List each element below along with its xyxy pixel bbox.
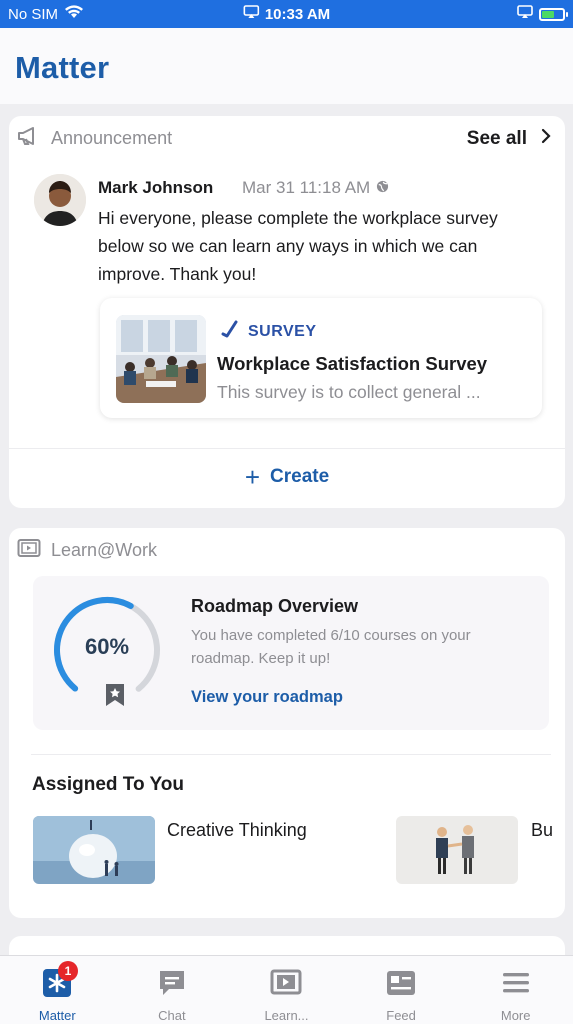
tab-label: Feed [386, 1008, 416, 1023]
roadmap-description: You have completed 6/10 courses on your … [191, 627, 471, 667]
chat-icon [157, 968, 187, 1003]
post-timestamp: Mar 31 11:18 AM [242, 178, 389, 198]
see-all-link[interactable]: See all [467, 128, 551, 150]
tab-label: Learn... [264, 1008, 309, 1023]
course-label[interactable]: Creative Thinking [167, 820, 307, 841]
clock-time: 10:33 AM [264, 5, 331, 23]
roadmap-title: Roadmap Overview [191, 596, 359, 616]
battery-icon [539, 7, 568, 21]
announcement-header: Announcement See all [17, 126, 551, 151]
post-author[interactable]: Mark Johnson [98, 178, 213, 198]
survey-description: This survey is to collect general ... [217, 382, 481, 402]
survey-thumbnail-image [116, 315, 206, 403]
course-label[interactable]: Bu [531, 820, 553, 841]
tab-feed[interactable]: Feed [344, 956, 459, 1024]
tab-label: Chat [158, 1008, 186, 1023]
app-header: Matter [0, 28, 573, 104]
carrier-label: No SIM [8, 5, 59, 23]
course-thumbnail[interactable] [396, 816, 518, 884]
learn-header: Learn@Work [17, 538, 551, 563]
plus-icon: + [244, 462, 261, 492]
survey-tag: SURVEY [220, 320, 317, 343]
course-thumbnail-creative-thinking[interactable] [33, 816, 155, 884]
divider [31, 754, 551, 755]
create-label: Create [270, 466, 330, 487]
post-body: Hi everyone, please complete the workpla… [98, 208, 498, 284]
see-all-label: See all [466, 127, 527, 149]
globe-icon [376, 178, 389, 198]
survey-title: Workplace Satisfaction Survey [217, 353, 488, 374]
divider [9, 448, 565, 449]
feed-card-icon [385, 968, 417, 1003]
play-box-icon [17, 538, 41, 563]
view-roadmap-link[interactable]: View your roadmap [191, 688, 343, 707]
bottom-tab-bar: 1 Matter Chat Learn... Feed More [0, 955, 573, 1024]
section-title-announcement: Announcement [51, 128, 173, 148]
chevron-right-icon [541, 128, 551, 150]
announcement-card: Announcement See all Mark Johnson Mar 31… [9, 116, 565, 508]
tab-label: Matter [38, 1008, 76, 1023]
status-bar: No SIM 10:33 AM [0, 0, 573, 28]
wifi-icon [64, 5, 84, 23]
learn-play-icon [270, 968, 302, 1003]
megaphone-icon [17, 126, 41, 151]
survey-attachment[interactable]: SURVEY Workplace Satisfaction Survey Thi… [100, 298, 542, 418]
tab-label: More [500, 1008, 531, 1023]
notification-badge: 1 [58, 961, 78, 981]
hamburger-menu-icon [501, 968, 531, 1003]
progress-percent: 60% [84, 634, 130, 659]
survey-tag-label: SURVEY [248, 322, 317, 340]
assigned-title: Assigned To You [32, 774, 185, 795]
tab-chat[interactable]: Chat [115, 956, 230, 1024]
bookmark-icon [104, 683, 126, 712]
tab-more[interactable]: More [458, 956, 573, 1024]
section-title-learn: Learn@Work [51, 540, 157, 560]
create-button[interactable]: + Create [9, 456, 565, 498]
screen-mirror-icon [243, 5, 259, 23]
roadmap-overview-panel[interactable]: 60% Roadmap Overview You have completed … [33, 576, 549, 730]
avatar[interactable] [34, 174, 86, 226]
page-title: Matter [15, 50, 110, 85]
learn-card: Learn@Work 60% Roadmap Overview You have… [9, 528, 565, 918]
tab-matter[interactable]: 1 Matter [0, 956, 115, 1024]
tab-learn[interactable]: Learn... [229, 956, 344, 1024]
screen-mirror-icon [517, 5, 533, 23]
checkmark-icon [220, 320, 238, 343]
post-timestamp-text: Mar 31 11:18 AM [242, 178, 371, 197]
